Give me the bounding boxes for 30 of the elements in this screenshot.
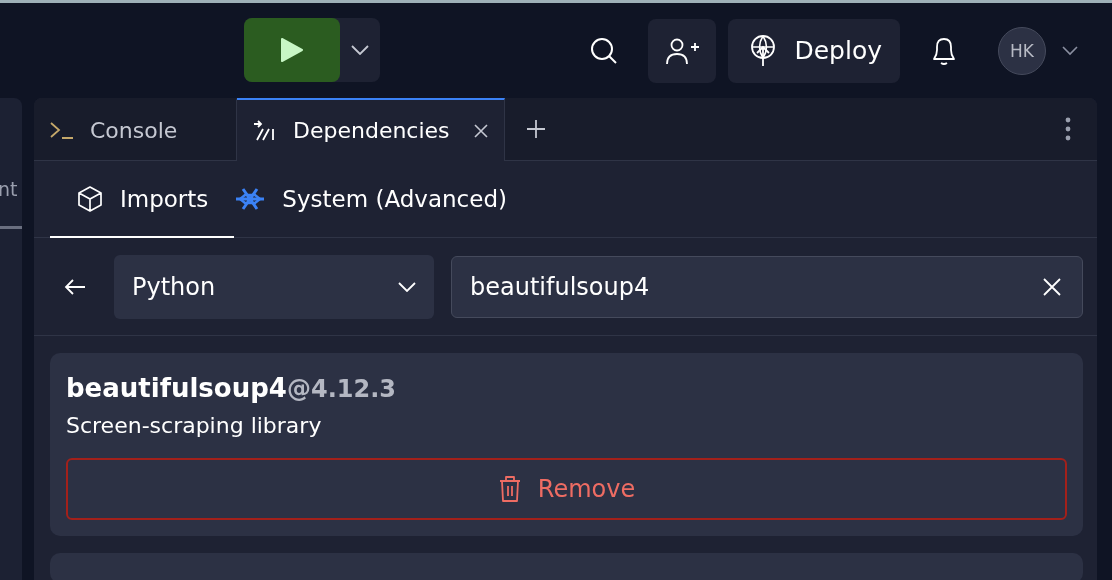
remove-button[interactable]: Remove bbox=[66, 458, 1067, 520]
chevron-down-icon bbox=[398, 281, 416, 292]
user-avatar[interactable]: HK bbox=[998, 26, 1046, 75]
package-name: beautifulsoup4@4.12.3 bbox=[66, 373, 397, 403]
package-manager-icon bbox=[253, 119, 277, 142]
close-icon[interactable] bbox=[473, 123, 488, 138]
globe-upload-icon bbox=[750, 34, 777, 67]
tab[interactable]: System (Advanced) bbox=[234, 161, 533, 238]
language-dropdown[interactable]: Python bbox=[114, 254, 434, 319]
clear-icon[interactable] bbox=[1043, 277, 1061, 296]
play-icon bbox=[280, 36, 304, 63]
package-description: Screen-scraping library bbox=[66, 413, 323, 438]
chevron-down-icon bbox=[351, 44, 369, 55]
add-user-icon bbox=[665, 36, 700, 65]
trash-icon bbox=[497, 475, 522, 503]
run-button[interactable] bbox=[244, 17, 340, 82]
tab[interactable]: Dependencies bbox=[237, 98, 505, 161]
panel-label: nt bbox=[0, 178, 18, 200]
invite-user-button[interactable] bbox=[648, 18, 717, 83]
terminal-icon bbox=[50, 120, 74, 140]
back-arrow-icon[interactable] bbox=[64, 277, 86, 296]
cube-icon bbox=[76, 184, 104, 213]
more-options-icon[interactable] bbox=[1065, 117, 1071, 141]
deploy-button[interactable]: Deploy bbox=[728, 18, 900, 83]
search-icon[interactable] bbox=[590, 36, 619, 65]
add-tab-icon[interactable] bbox=[526, 120, 545, 138]
package-search-field[interactable]: beautifulsoup4 bbox=[451, 255, 1083, 318]
bell-icon[interactable] bbox=[930, 35, 958, 66]
tab[interactable]: Imports bbox=[50, 161, 235, 238]
chevron-down-icon[interactable] bbox=[1062, 45, 1078, 56]
